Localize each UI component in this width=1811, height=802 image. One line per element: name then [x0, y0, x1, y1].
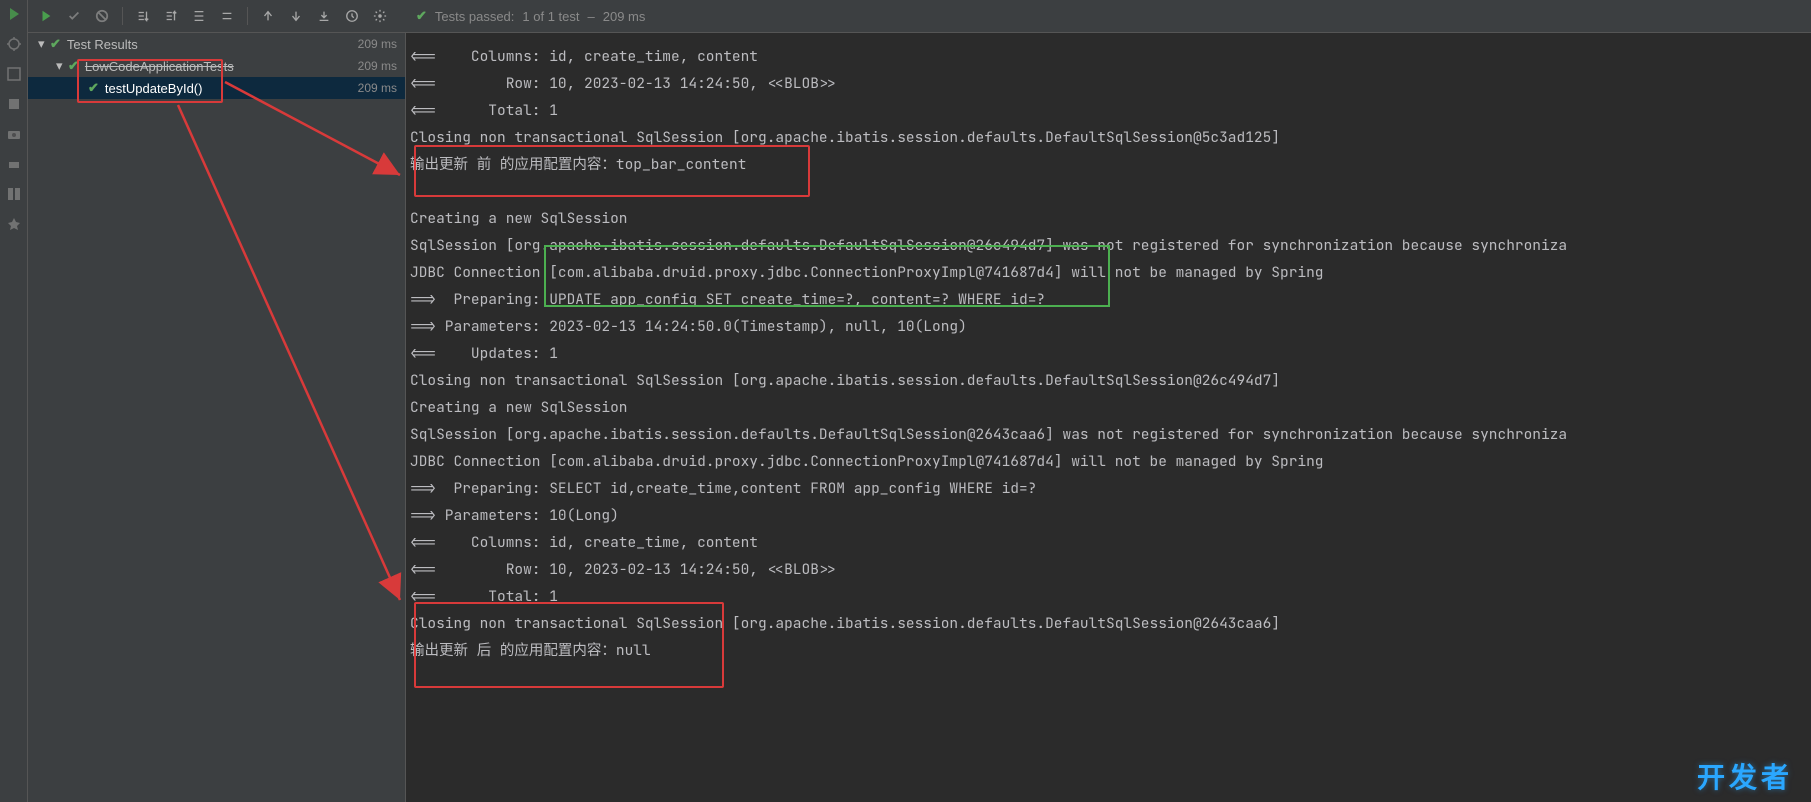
- sort-duration-button[interactable]: [159, 4, 183, 28]
- tree-root-label: Test Results: [67, 37, 138, 52]
- export-button[interactable]: [312, 4, 336, 28]
- layout-icon[interactable]: [6, 186, 22, 202]
- left-tool-gutter: [0, 0, 28, 802]
- console-output[interactable]: <== Columns: id, create_time, content <=…: [406, 33, 1811, 802]
- run-icon[interactable]: [6, 6, 22, 22]
- tree-class-label: LowCodeApplicationTests: [85, 59, 234, 74]
- camera-icon[interactable]: [6, 126, 22, 142]
- tree-method-label: testUpdateById(): [105, 81, 203, 96]
- tree-root[interactable]: ▾ ✔ Test Results 209 ms: [28, 33, 405, 55]
- tree-class-time: 209 ms: [358, 59, 397, 73]
- tree-root-time: 209 ms: [358, 37, 397, 51]
- settings-button[interactable]: [368, 4, 392, 28]
- print-icon[interactable]: [6, 156, 22, 172]
- show-ignored-button[interactable]: [90, 4, 114, 28]
- tree-method[interactable]: ✔ testUpdateById() 209 ms: [28, 77, 405, 99]
- test-status-bar: ✔ Tests passed: 1 of 1 test – 209 ms: [416, 8, 1805, 24]
- expand-all-button[interactable]: [187, 4, 211, 28]
- history-button[interactable]: [340, 4, 364, 28]
- collapse-all-button[interactable]: [215, 4, 239, 28]
- coverage-icon[interactable]: [6, 66, 22, 82]
- check-icon: ✔: [68, 58, 79, 74]
- status-count: 1 of 1 test: [522, 9, 579, 24]
- separator: [122, 7, 123, 25]
- watermark: 开发者: [1697, 756, 1793, 796]
- pin-icon[interactable]: [6, 216, 22, 232]
- test-tree[interactable]: ▾ ✔ Test Results 209 ms ▾ ✔ LowCodeAppli…: [28, 33, 406, 802]
- debug-icon[interactable]: [6, 36, 22, 52]
- tree-class[interactable]: ▾ ✔ LowCodeApplicationTests 209 ms: [28, 55, 405, 77]
- threads-icon[interactable]: [6, 96, 22, 112]
- status-prefix: Tests passed:: [435, 9, 515, 24]
- check-icon: ✔: [50, 36, 61, 52]
- tree-method-time: 209 ms: [358, 81, 397, 95]
- next-failed-button[interactable]: [284, 4, 308, 28]
- show-passed-button[interactable]: [62, 4, 86, 28]
- sort-alpha-button[interactable]: [131, 4, 155, 28]
- chevron-down-icon[interactable]: ▾: [56, 58, 66, 74]
- check-icon: ✔: [416, 8, 427, 24]
- separator: [247, 7, 248, 25]
- chevron-down-icon[interactable]: ▾: [38, 36, 48, 52]
- rerun-button[interactable]: [34, 4, 58, 28]
- status-time: 209 ms: [603, 9, 646, 24]
- check-icon: ✔: [88, 80, 99, 96]
- prev-failed-button[interactable]: [256, 4, 280, 28]
- test-toolbar: ✔ Tests passed: 1 of 1 test – 209 ms: [28, 0, 1811, 33]
- status-sep: –: [588, 9, 595, 24]
